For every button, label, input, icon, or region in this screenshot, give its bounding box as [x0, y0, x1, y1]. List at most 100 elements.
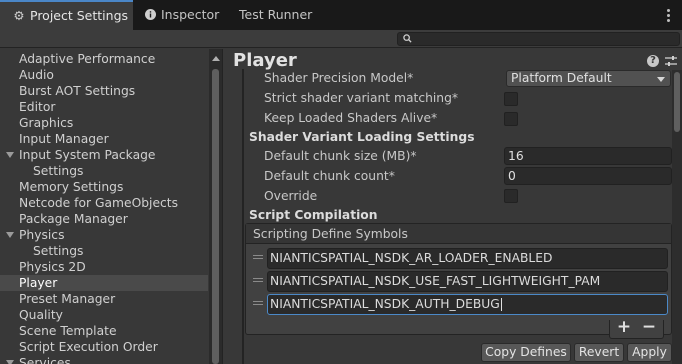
- strict-variant-matching-checkbox[interactable]: [504, 92, 518, 106]
- shader-variant-loading-header: Shader Variant Loading Settings: [249, 130, 475, 144]
- help-icon[interactable]: ?: [647, 55, 659, 67]
- sidebar-item-scene-template[interactable]: Scene Template: [0, 323, 208, 339]
- sidebar-item-label: Script Execution Order: [19, 340, 158, 354]
- sidebar-item-label: Scene Template: [19, 324, 117, 338]
- gear-icon: ⚙: [13, 8, 25, 23]
- search-icon: [403, 34, 412, 43]
- tab-label: Test Runner: [239, 7, 313, 22]
- keep-loaded-shaders-label: Keep Loaded Shaders Alive*: [264, 111, 438, 125]
- tab-label: Project Settings: [30, 8, 129, 23]
- list-footer: + −: [609, 318, 664, 339]
- sidebar-item-label: Input Manager: [19, 132, 109, 146]
- player-settings-panel: Player ? Shader Precision Model* Platfor…: [223, 49, 682, 364]
- sidebar-item-label: Input System Package: [19, 148, 156, 162]
- sidebar-item-label: Settings: [33, 164, 84, 178]
- default-chunk-count-field[interactable]: 0: [504, 167, 672, 185]
- editor-tab-bar: ⚙ Project Settings Inspector Test Runner: [0, 0, 682, 30]
- sidebar-item-label: Memory Settings: [19, 180, 124, 194]
- sidebar-item-input-manager[interactable]: Input Manager: [0, 131, 208, 147]
- search-input[interactable]: [397, 32, 680, 46]
- define-symbol-text: NIANTICSPATIAL_NSDK_AUTH_DEBUG: [270, 297, 500, 311]
- sidebar-item-input-system-settings[interactable]: Settings: [0, 163, 208, 179]
- default-chunk-count-label: Default chunk count*: [264, 169, 395, 183]
- list-item: NIANTICSPATIAL_NSDK_AR_LOADER_ENABLED: [246, 247, 671, 270]
- sidebar-item-label: Graphics: [19, 116, 74, 130]
- define-symbol-field-focused[interactable]: NIANTICSPATIAL_NSDK_AUTH_DEBUG: [267, 294, 668, 315]
- remove-item-button[interactable]: −: [641, 318, 657, 337]
- apply-button[interactable]: Apply: [627, 343, 672, 362]
- page-title: Player: [233, 50, 297, 71]
- sidebar-item-label: Physics: [19, 228, 65, 242]
- content-scrollbar[interactable]: [672, 70, 682, 364]
- scroll-up-arrow-icon[interactable]: [212, 56, 220, 61]
- drag-handle-icon[interactable]: [253, 278, 263, 284]
- sidebar-item-input-system-package[interactable]: Input System Package: [0, 147, 208, 163]
- settings-search-bar: [0, 30, 682, 48]
- list-header: Scripting Define Symbols: [246, 224, 671, 244]
- revert-button[interactable]: Revert: [574, 343, 624, 362]
- sidebar-scrollbar[interactable]: [209, 49, 222, 364]
- sidebar-item-audio[interactable]: Audio: [0, 67, 208, 83]
- copy-defines-button[interactable]: Copy Defines: [481, 343, 571, 362]
- sliders-icon[interactable]: [665, 55, 677, 67]
- sidebar-item-label: Netcode for GameObjects: [19, 196, 179, 210]
- tab-project-settings[interactable]: ⚙ Project Settings: [0, 0, 133, 30]
- tab-inspector[interactable]: Inspector: [143, 0, 228, 30]
- override-label: Override: [264, 189, 318, 203]
- sidebar-item-label: Preset Manager: [19, 292, 116, 306]
- chevron-down-icon: [657, 77, 665, 82]
- sidebar-item-script-execution-order[interactable]: Script Execution Order: [0, 339, 208, 355]
- scrollbar-thumb[interactable]: [674, 72, 680, 132]
- define-symbol-field[interactable]: NIANTICSPATIAL_NSDK_AR_LOADER_ENABLED: [267, 248, 668, 269]
- sidebar-item-label: Audio: [19, 68, 54, 82]
- info-icon: [143, 0, 157, 30]
- more-options-icon[interactable]: [662, 7, 674, 23]
- default-chunk-size-field[interactable]: 16: [504, 147, 672, 165]
- fold-arrow-icon[interactable]: [6, 152, 14, 158]
- sidebar-item-label: Services: [19, 356, 71, 364]
- sidebar-item-quality[interactable]: Quality: [0, 307, 208, 323]
- override-checkbox[interactable]: [504, 189, 518, 203]
- fold-arrow-icon[interactable]: [6, 232, 14, 238]
- tab-test-runner[interactable]: Test Runner: [239, 0, 319, 30]
- sidebar-item-adaptive-performance[interactable]: Adaptive Performance: [0, 51, 208, 67]
- shader-precision-model-dropdown[interactable]: Platform Default: [506, 70, 671, 87]
- drag-handle-icon[interactable]: [253, 301, 263, 307]
- sidebar-item-graphics[interactable]: Graphics: [0, 115, 208, 131]
- tab-label: Inspector: [161, 7, 220, 22]
- sidebar-item-label: Package Manager: [19, 212, 128, 226]
- default-chunk-size-label: Default chunk size (MB)*: [264, 149, 417, 163]
- settings-sidebar: Adaptive Performance Audio Burst AOT Set…: [0, 49, 222, 364]
- scripting-define-symbols-list: Scripting Define Symbols NIANTICSPATIAL_…: [245, 223, 672, 335]
- sidebar-item-label: Physics 2D: [19, 260, 86, 274]
- add-item-button[interactable]: +: [616, 318, 632, 337]
- sidebar-item-label: Player: [19, 276, 58, 290]
- drag-handle-icon[interactable]: [253, 255, 263, 261]
- sidebar-item-physics-2d[interactable]: Physics 2D: [0, 259, 208, 275]
- sidebar-item-physics[interactable]: Physics: [0, 227, 208, 243]
- list-item: NIANTICSPATIAL_NSDK_USE_FAST_LIGHTWEIGHT…: [246, 270, 671, 293]
- sidebar-item-label: Quality: [19, 308, 63, 322]
- sidebar-item-label: Editor: [19, 100, 56, 114]
- sidebar-item-editor[interactable]: Editor: [0, 99, 208, 115]
- sidebar-item-package-manager[interactable]: Package Manager: [0, 211, 208, 227]
- fold-arrow-icon[interactable]: [6, 360, 14, 364]
- script-compilation-header: Script Compilation: [249, 208, 378, 222]
- sidebar-item-physics-settings[interactable]: Settings: [0, 243, 208, 259]
- shader-precision-model-label: Shader Precision Model*: [264, 71, 414, 85]
- keep-loaded-shaders-checkbox[interactable]: [504, 112, 518, 126]
- sidebar-item-preset-manager[interactable]: Preset Manager: [0, 291, 208, 307]
- sidebar-item-label: Burst AOT Settings: [19, 84, 136, 98]
- strict-variant-matching-label: Strict shader variant matching*: [264, 91, 459, 105]
- sidebar-item-netcode[interactable]: Netcode for GameObjects: [0, 195, 208, 211]
- sidebar-item-label: Adaptive Performance: [19, 52, 156, 66]
- sidebar-item-player[interactable]: Player: [0, 275, 208, 291]
- sidebar-item-label: Settings: [33, 244, 84, 258]
- define-symbol-field[interactable]: NIANTICSPATIAL_NSDK_USE_FAST_LIGHTWEIGHT…: [267, 271, 668, 292]
- sidebar-item-burst-aot[interactable]: Burst AOT Settings: [0, 83, 208, 99]
- dropdown-value: Platform Default: [511, 71, 612, 85]
- text-caret: [500, 298, 502, 311]
- scrollbar-thumb[interactable]: [212, 69, 219, 364]
- sidebar-item-services[interactable]: Services: [0, 355, 208, 364]
- sidebar-item-memory-settings[interactable]: Memory Settings: [0, 179, 208, 195]
